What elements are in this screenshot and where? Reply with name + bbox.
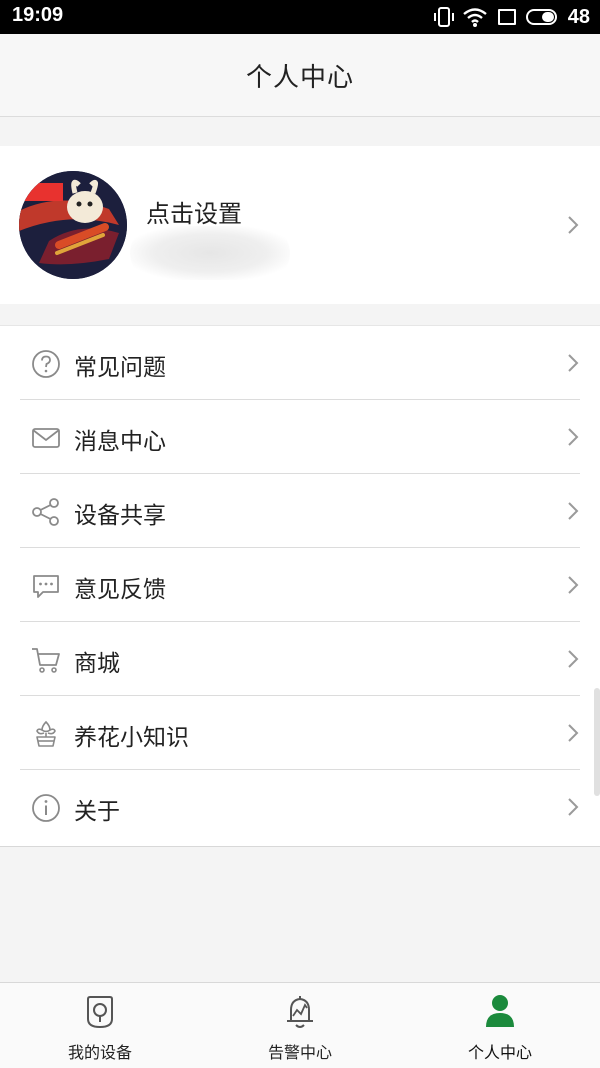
menu-item-shop[interactable]: 商城: [0, 622, 600, 696]
avatar[interactable]: [19, 171, 127, 279]
chevron-right-icon: [568, 576, 579, 594]
menu-item-label: 设备共享: [74, 503, 166, 529]
menu-item-about[interactable]: 关于: [0, 770, 600, 844]
menu-item-label: 关于: [74, 799, 120, 825]
chevron-right-icon: [568, 724, 579, 742]
tab-alarm-center[interactable]: 告警中心: [200, 983, 400, 1068]
tab-my-devices[interactable]: 我的设备: [0, 983, 200, 1068]
bell-icon: [287, 996, 313, 1028]
bottom-tab-bar: 我的设备 告警中心 个人中心: [0, 982, 600, 1068]
menu-item-label: 意见反馈: [74, 577, 166, 603]
battery-icon: [525, 9, 557, 25]
chevron-right-icon: [568, 428, 579, 446]
wifi-icon: [462, 8, 487, 27]
profile-name: 点击设置: [146, 200, 242, 228]
profile-card[interactable]: 点击设置: [0, 146, 600, 304]
person-icon: [486, 995, 514, 1027]
flower-pot-icon: [36, 720, 56, 747]
status-bar: 19:09 48: [0, 0, 600, 34]
menu-item-label: 常见问题: [74, 355, 166, 381]
avatar-image: [19, 171, 127, 279]
chevron-right-icon: [568, 798, 579, 816]
battery-level: 48: [567, 5, 590, 28]
cart-icon: [32, 648, 60, 673]
page-header: 个人中心: [0, 34, 600, 117]
scrollbar[interactable]: [594, 688, 600, 796]
question-icon: [32, 350, 60, 378]
menu-item-flower-tips[interactable]: 养花小知识: [0, 696, 600, 770]
blurred-account-info: [130, 226, 290, 280]
tab-label: 我的设备: [67, 1043, 132, 1062]
status-time: 19:09: [12, 4, 64, 26]
vibrate-icon: [433, 7, 454, 27]
menu-item-feedback[interactable]: 意见反馈: [0, 548, 600, 622]
mail-icon: [32, 428, 60, 448]
menu-list: 常见问题 消息中心 设备共享 意见反馈 商城 养花小知识 关于: [0, 325, 600, 847]
menu-item-label: 商城: [74, 651, 120, 677]
status-icons: 48: [433, 4, 590, 30]
menu-item-device-share[interactable]: 设备共享: [0, 474, 600, 548]
menu-item-messages[interactable]: 消息中心: [0, 400, 600, 474]
chevron-right-icon: [568, 650, 579, 668]
tab-label: 个人中心: [467, 1043, 532, 1062]
sim-icon: [497, 9, 516, 25]
page-title: 个人中心: [245, 62, 354, 93]
chevron-right-icon: [568, 502, 579, 520]
feedback-icon: [33, 575, 59, 598]
tab-label: 告警中心: [267, 1043, 332, 1062]
info-icon: [32, 794, 60, 822]
device-icon: [87, 996, 113, 1029]
menu-item-label: 消息中心: [74, 429, 166, 455]
menu-item-label: 养花小知识: [74, 725, 189, 751]
chevron-right-icon: [568, 216, 579, 234]
tab-personal-center[interactable]: 个人中心: [400, 983, 600, 1068]
chevron-right-icon: [568, 354, 579, 372]
menu-item-faq[interactable]: 常见问题: [0, 326, 600, 400]
share-icon: [32, 498, 59, 526]
